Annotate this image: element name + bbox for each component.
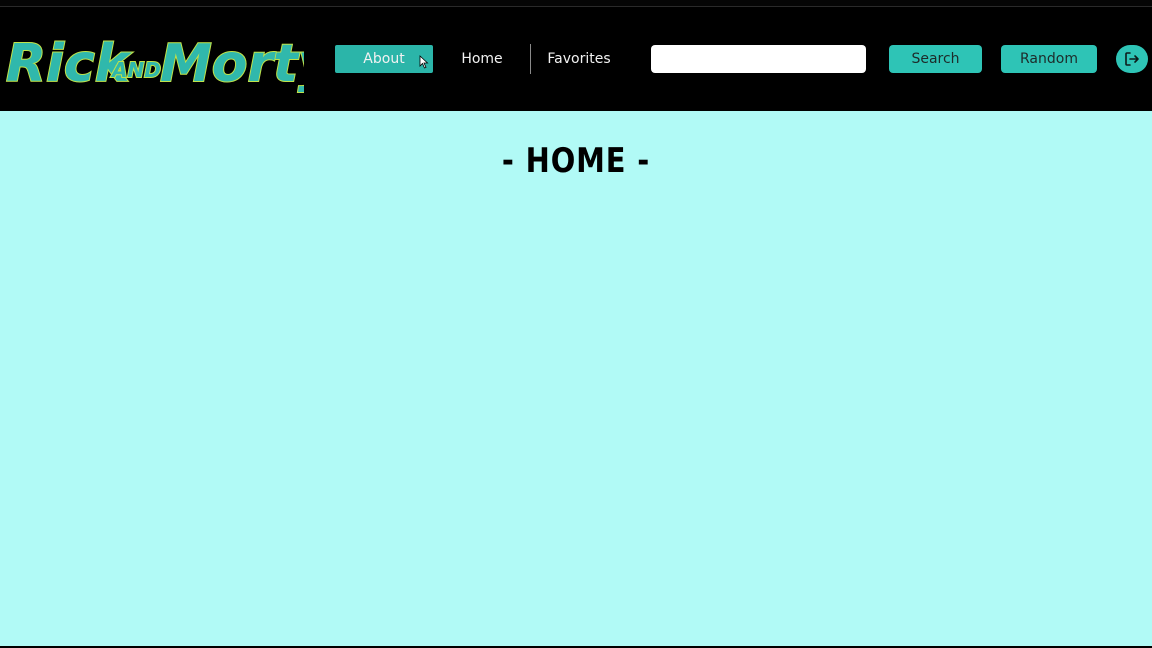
window-top-edge bbox=[0, 0, 1152, 7]
rick-and-morty-logo[interactable]: Rick AND Morty bbox=[4, 23, 304, 95]
svg-text:AND: AND bbox=[110, 58, 161, 82]
search-input[interactable] bbox=[651, 45, 866, 73]
nav-home[interactable]: Home bbox=[448, 45, 516, 73]
page-title: - HOME - bbox=[501, 141, 651, 181]
nav-favorites[interactable]: Favorites bbox=[538, 45, 620, 73]
nav-divider bbox=[530, 44, 531, 74]
navbar: Rick AND Morty About Home Favorites Sear… bbox=[0, 7, 1152, 111]
logout-icon bbox=[1125, 52, 1139, 66]
svg-text:Morty: Morty bbox=[160, 34, 304, 94]
random-button[interactable]: Random bbox=[1001, 45, 1097, 73]
search-button[interactable]: Search bbox=[889, 45, 982, 73]
logout-button[interactable] bbox=[1116, 45, 1148, 73]
main-content: - HOME - bbox=[0, 111, 1152, 648]
mouse-cursor-icon bbox=[419, 55, 429, 69]
